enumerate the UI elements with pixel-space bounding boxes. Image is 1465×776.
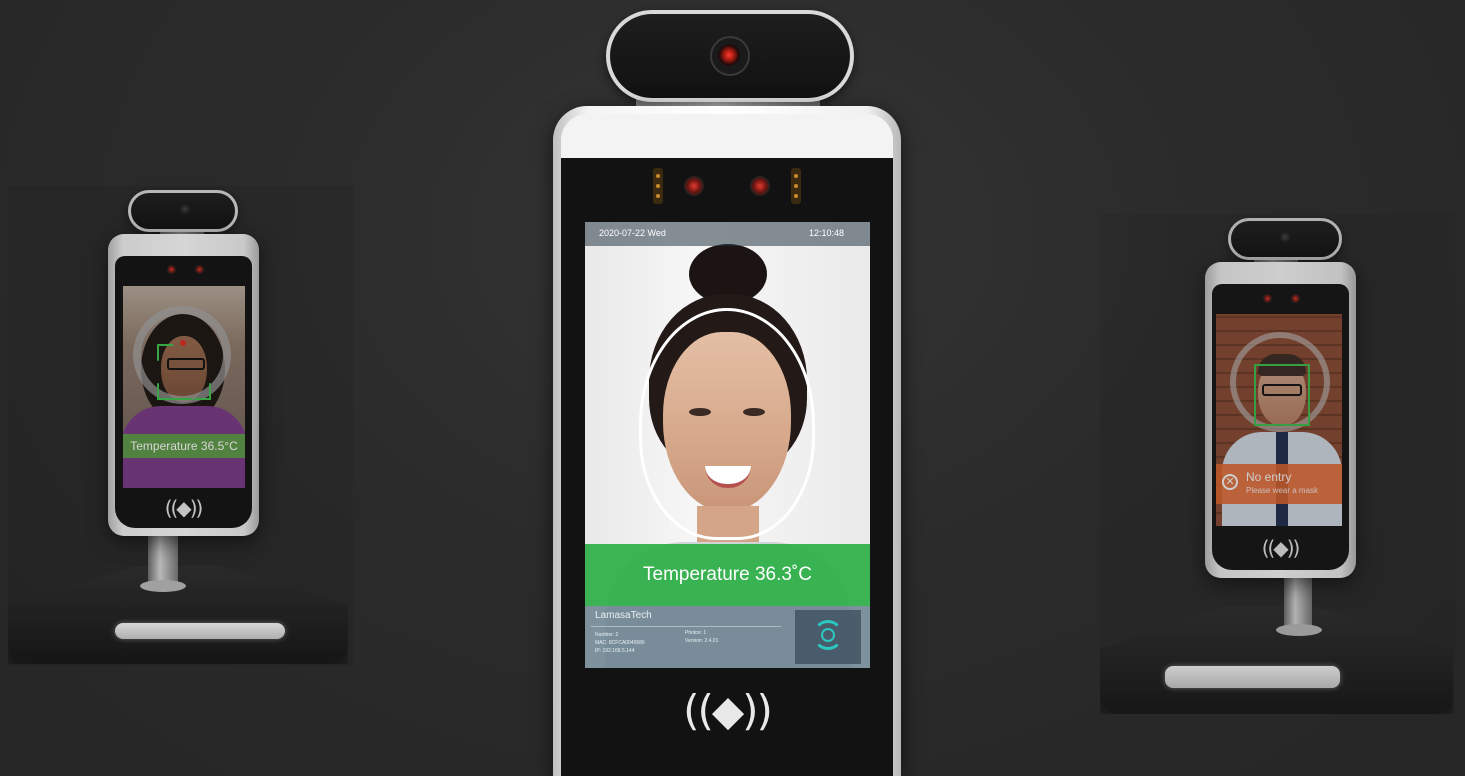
right-nfc-icon: ((◆)) [1261, 536, 1301, 560]
info-version: Version: 2.4.01 [685, 638, 719, 644]
left-camera-lens [179, 203, 191, 215]
center-device-screen: 2020-07-22 Wed 12:10:48 Temperature 36.3… [585, 222, 870, 668]
right-camera-housing [1228, 218, 1342, 260]
right-camera-lens [1279, 231, 1291, 243]
left-nfc-icon: ((◆)) [164, 496, 204, 520]
right-deny-banner: ✕ No entry Please wear a mask [1216, 464, 1342, 504]
right-device-screen: ✕ No entry Please wear a mask [1216, 314, 1342, 526]
left-temperature-text: Temperature 36.5°C [130, 439, 238, 453]
right-device-frame: ✕ No entry Please wear a mask ((◆)) [1205, 262, 1356, 578]
face-guide-outline [639, 308, 815, 540]
left-device-screen: Temperature 36.5°C [123, 286, 245, 488]
left-device-frame: Temperature 36.5°C ((◆)) [108, 234, 259, 536]
temperature-banner: Temperature 36.3˚C [585, 544, 870, 606]
status-bar: 2020-07-22 Wed 12:10:48 [585, 222, 870, 246]
center-camera-housing [606, 10, 854, 102]
left-scan-circle [133, 306, 231, 404]
info-number: Number: 2 [595, 632, 619, 638]
sensor-dot-left [684, 176, 704, 196]
info-mac: MAC: 8CFCA0040686 [595, 640, 645, 646]
sensor-bar-right [791, 168, 801, 204]
sensor-dot-right [750, 176, 770, 196]
deny-subtitle: Please wear a mask [1246, 486, 1319, 495]
info-photos: Photos: 1 [685, 630, 707, 636]
deny-title: No entry [1246, 470, 1292, 484]
left-camera-housing [128, 190, 238, 232]
center-nfc-icon: ((◆)) [683, 686, 773, 735]
sensor-bar-left [653, 168, 663, 204]
right-base-light [1165, 666, 1340, 688]
brand-label: LamasaTech [595, 610, 652, 621]
status-time: 12:10:48 [808, 228, 844, 238]
deny-circle-icon: ✕ [1222, 474, 1238, 490]
right-kiosk-base [1100, 606, 1453, 714]
center-device-frame: 2020-07-22 Wed 12:10:48 Temperature 36.3… [553, 106, 901, 776]
center-camera-lens [718, 44, 740, 66]
device-info-panel: LamasaTech Number: 2 MAC: 8CFCA0040686 I… [585, 606, 870, 668]
info-ip: IP: 192.168.5.144 [595, 648, 635, 654]
right-face-detect-box [1254, 364, 1310, 426]
temperature-text: Temperature 36.3˚C [643, 564, 812, 585]
status-date: 2020-07-22 Wed [599, 228, 666, 238]
left-temperature-banner: Temperature 36.5°C [123, 434, 245, 458]
left-base-light [115, 623, 285, 639]
scan-target-icon [795, 610, 861, 664]
